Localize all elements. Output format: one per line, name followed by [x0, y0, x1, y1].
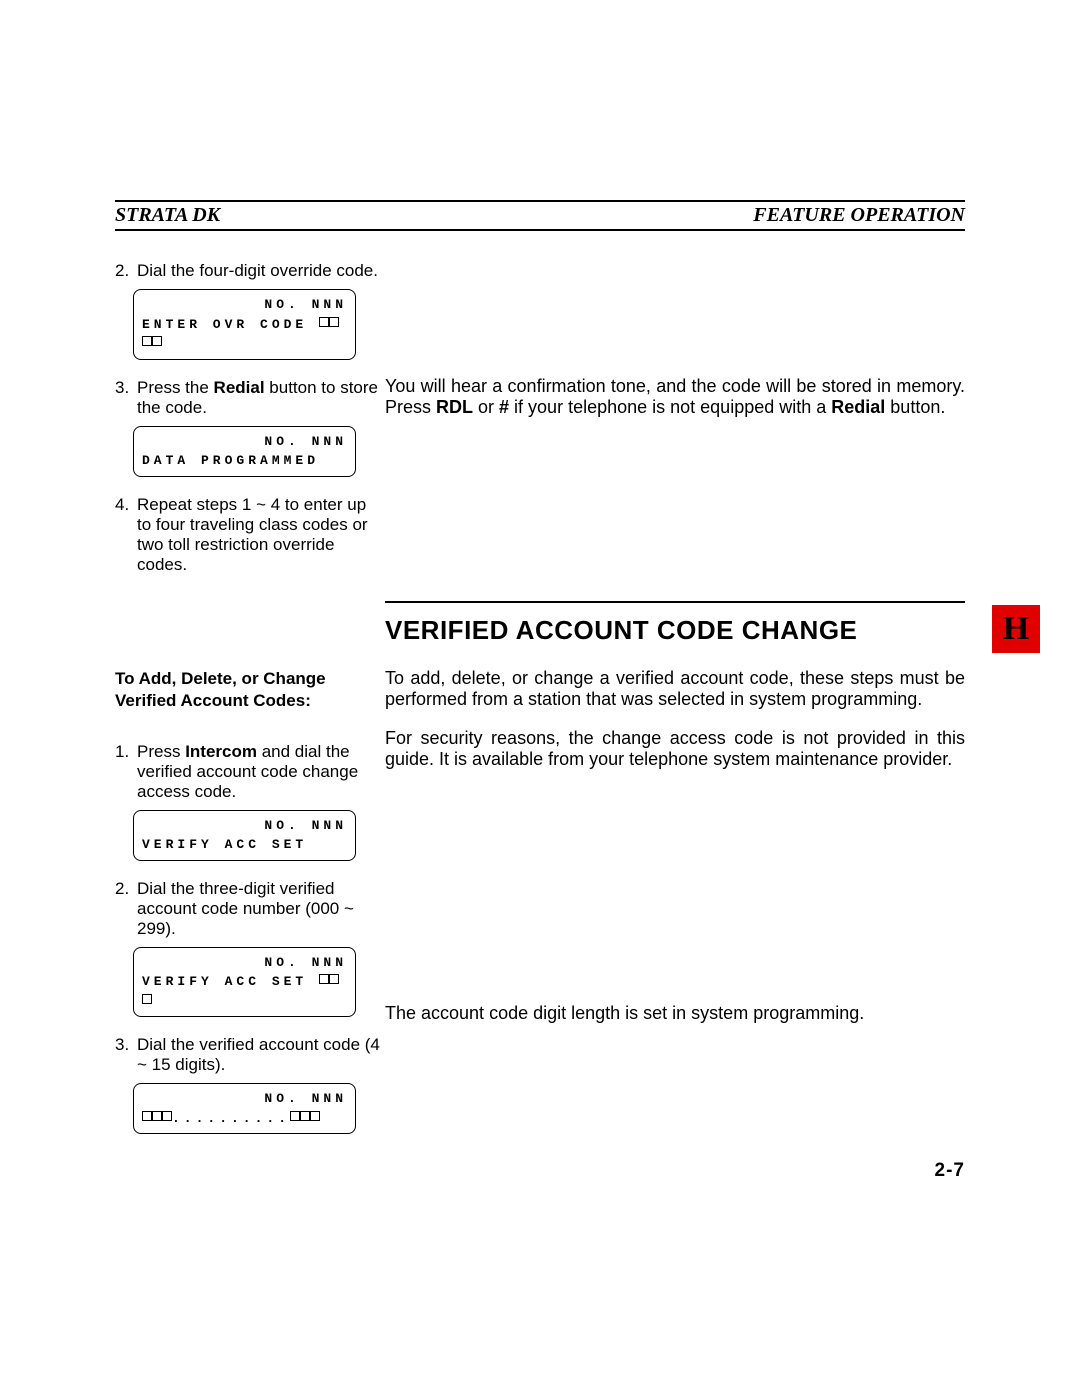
upper-left-col: 2. Dial the four-digit override code. NO… — [115, 261, 385, 581]
b-step-1: 1. Press Intercom and dial the verified … — [115, 742, 385, 802]
lcd-line2: VERIFY ACC SET — [142, 972, 347, 1011]
section-block: VERIFIED ACCOUNT CODE CHANGE To Add, Del… — [115, 601, 965, 1153]
lcd-display: NO. NNN .......... — [133, 1083, 356, 1134]
lcd-display: NO. NNN VERIFY ACC SET — [133, 810, 356, 861]
lcd-line2: ENTER OVR CODE — [142, 315, 347, 354]
header-bar: STRATA DK FEATURE OPERATION — [115, 200, 965, 231]
lcd-display: NO. NNN DATA PROGRAMMED — [133, 426, 356, 477]
section-p3: The account code digit length is set in … — [385, 1003, 965, 1024]
lcd-display: NO. NNN VERIFY ACC SET — [133, 947, 356, 1018]
b-step-2: 2. Dial the three-digit verified account… — [115, 879, 385, 939]
lower-left-col: To Add, Delete, or Change Verified Accou… — [115, 668, 385, 1153]
section-title: VERIFIED ACCOUNT CODE CHANGE — [385, 615, 965, 646]
lcd-line2: .......... — [142, 1109, 347, 1129]
lcd-display: NO. NNN ENTER OVR CODE — [133, 289, 356, 360]
page: STRATA DK FEATURE OPERATION 2. Dial the … — [0, 0, 1080, 1397]
header-left: STRATA DK — [115, 204, 220, 227]
upper-block: 2. Dial the four-digit override code. NO… — [115, 261, 965, 581]
section-p2: For security reasons, the change access … — [385, 728, 965, 770]
lower-block: To Add, Delete, or Change Verified Accou… — [115, 668, 965, 1153]
section-p1: To add, delete, or change a verified acc… — [385, 668, 965, 710]
step-2: 2. Dial the four-digit override code. — [115, 261, 385, 281]
step-4: 4. Repeat steps 1 ~ 4 to enter up to fou… — [115, 495, 385, 575]
upper-right-col: You will hear a confirmation tone, and t… — [385, 261, 965, 581]
header-right: FEATURE OPERATION — [753, 204, 965, 227]
note-text: You will hear a confirmation tone, and t… — [385, 376, 965, 418]
section-tab: H — [992, 605, 1040, 653]
section-rule — [385, 601, 965, 603]
b-step-3: 3. Dial the verified account code (4 ~ 1… — [115, 1035, 385, 1075]
side-heading: To Add, Delete, or Change Verified Accou… — [115, 668, 385, 712]
step-3: 3. Press the Redial button to store the … — [115, 378, 385, 418]
lower-right-col: To add, delete, or change a verified acc… — [385, 668, 965, 1153]
page-number: 2-7 — [935, 1160, 965, 1182]
